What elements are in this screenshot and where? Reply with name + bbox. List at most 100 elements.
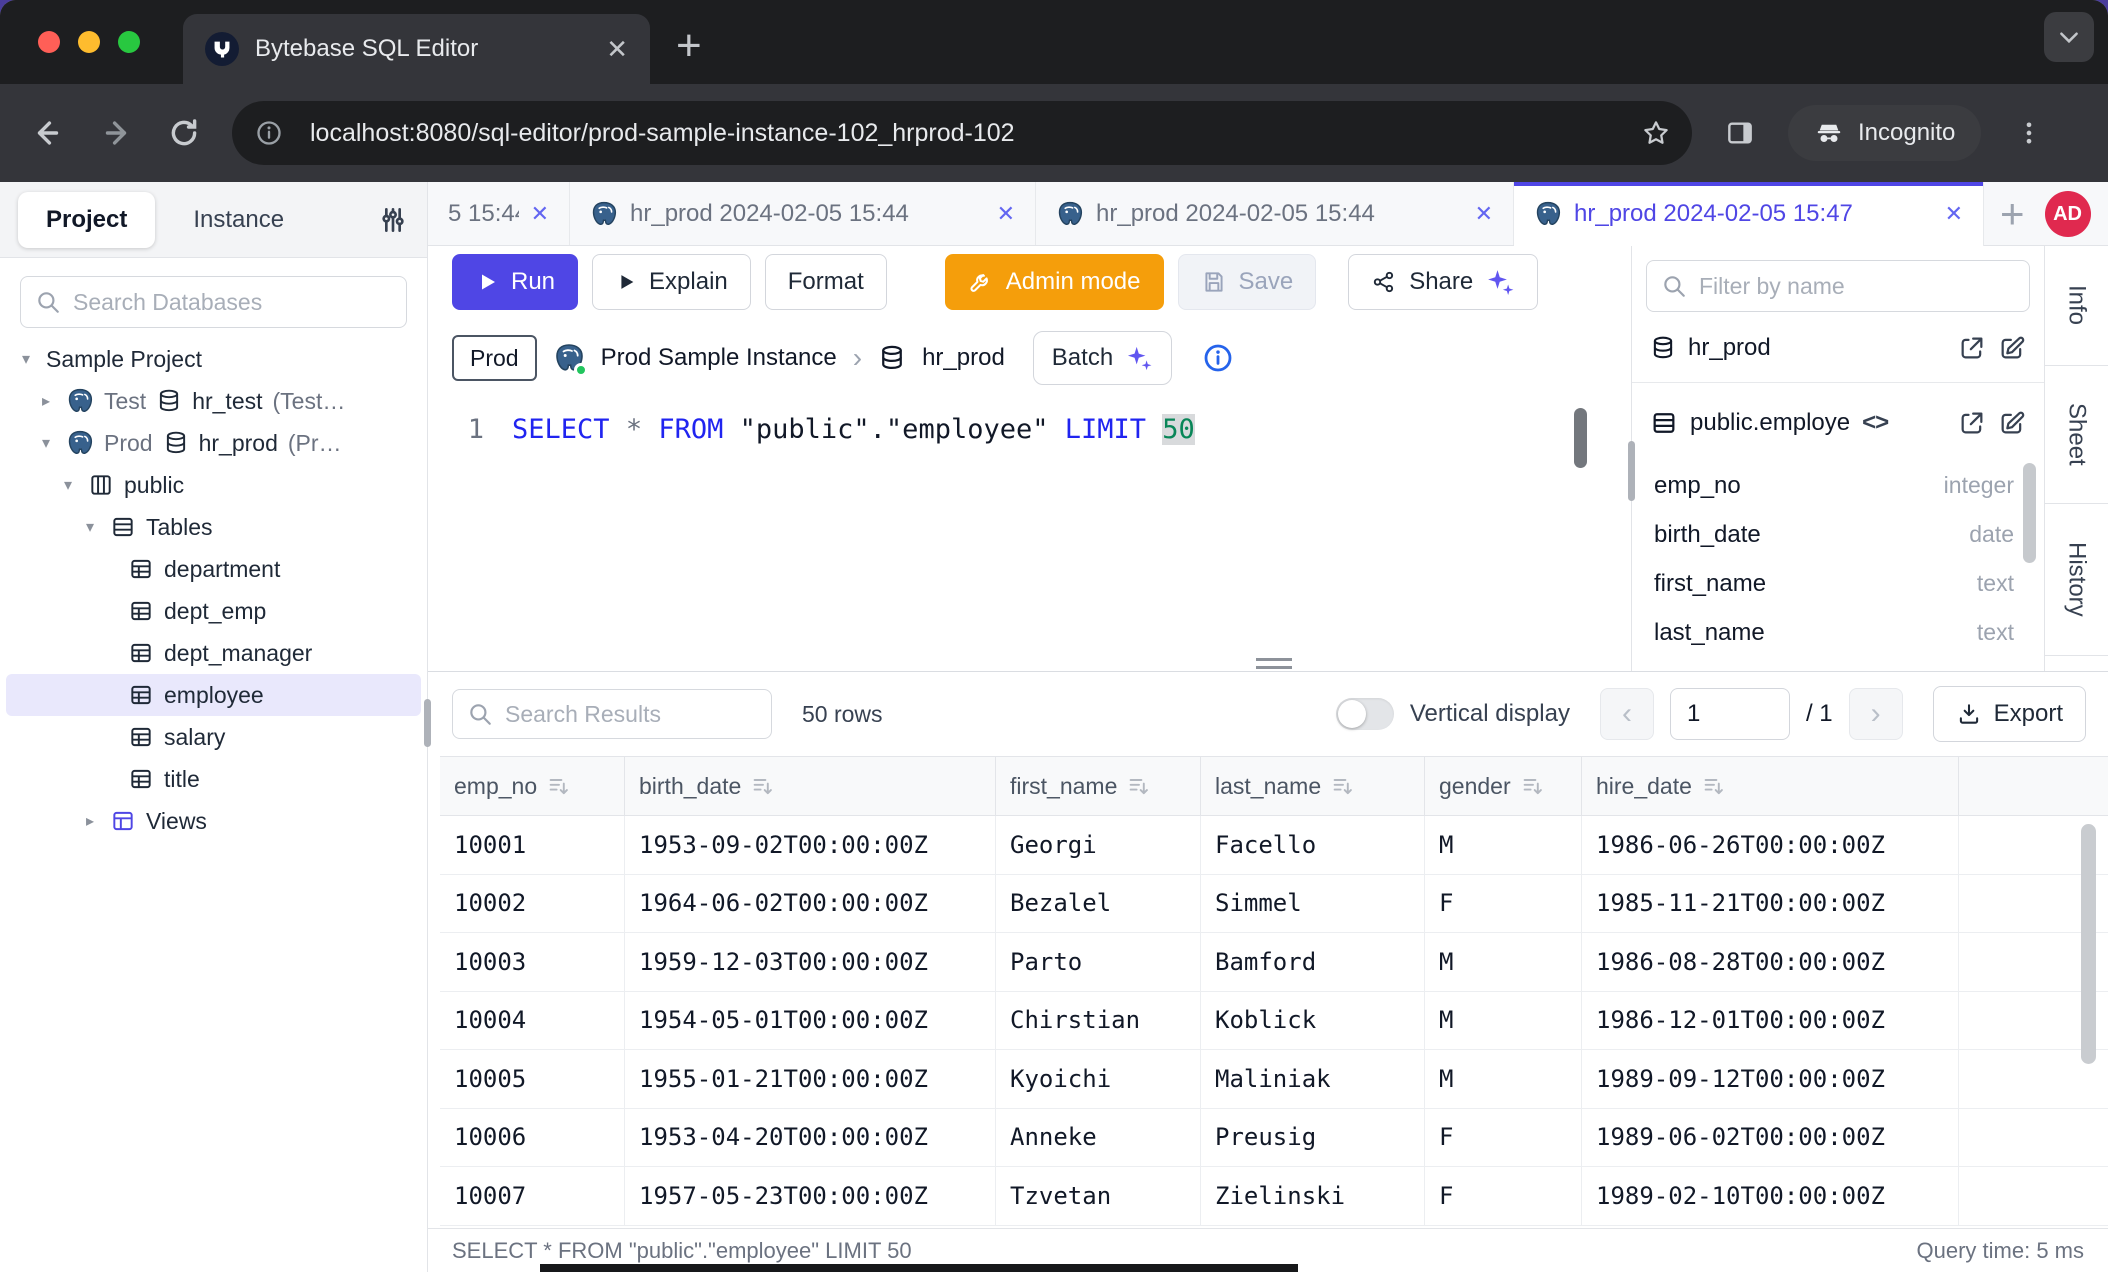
table-cell[interactable]: Bamford xyxy=(1201,933,1425,991)
table-cell[interactable]: 10005 xyxy=(440,1050,625,1108)
rail-tab-info[interactable]: Info xyxy=(2045,246,2108,366)
tab-instance[interactable]: Instance xyxy=(165,192,312,248)
table-cell[interactable]: Parto xyxy=(996,933,1201,991)
sort-icon[interactable] xyxy=(1127,774,1151,798)
tree-table-title[interactable]: title xyxy=(6,758,421,800)
filter-settings-button[interactable] xyxy=(377,204,409,236)
current-database-name[interactable]: hr_prod xyxy=(922,344,1005,372)
edit-button[interactable] xyxy=(1998,334,2026,362)
caret-down-icon[interactable]: ▾ xyxy=(58,475,78,495)
column-row[interactable]: emp_nointeger xyxy=(1654,461,2014,510)
page-number-input[interactable]: 1 xyxy=(1670,688,1790,740)
save-button[interactable]: Save xyxy=(1178,254,1317,310)
edit-button[interactable] xyxy=(1998,409,2026,437)
user-avatar[interactable]: AD xyxy=(2045,191,2091,237)
minimize-window-button[interactable] xyxy=(78,31,100,53)
caret-right-icon[interactable]: ▸ xyxy=(36,391,56,411)
table-cell[interactable]: 1989-02-10T00:00:00Z xyxy=(1582,1167,1959,1225)
table-cell[interactable]: Georgi xyxy=(996,816,1201,874)
table-cell[interactable]: Tzvetan xyxy=(996,1167,1201,1225)
table-cell[interactable]: 10001 xyxy=(440,816,625,874)
filter-by-name-input[interactable]: Filter by name xyxy=(1646,260,2030,312)
tree-tables-group[interactable]: ▾ Tables xyxy=(6,506,421,548)
close-window-button[interactable] xyxy=(38,31,60,53)
table-cell[interactable]: Zielinski xyxy=(1201,1167,1425,1225)
search-databases-input[interactable]: Search Databases xyxy=(20,276,407,328)
editor-scrollbar[interactable] xyxy=(1574,408,1587,468)
vertical-display-toggle[interactable] xyxy=(1336,698,1394,730)
column-header-last_name[interactable]: last_name xyxy=(1201,757,1425,815)
sort-icon[interactable] xyxy=(751,774,775,798)
column-row[interactable]: last_nametext xyxy=(1654,608,2014,653)
table-row[interactable]: 100011953-09-02T00:00:00ZGeorgiFacelloM1… xyxy=(440,816,2108,875)
table-cell[interactable]: Maliniak xyxy=(1201,1050,1425,1108)
table-cell[interactable]: 10006 xyxy=(440,1109,625,1167)
table-cell[interactable]: 1986-06-26T00:00:00Z xyxy=(1582,816,1959,874)
table-cell[interactable]: M xyxy=(1425,1050,1582,1108)
table-row[interactable]: 100021964-06-02T00:00:00ZBezalelSimmelF1… xyxy=(440,875,2108,934)
sort-icon[interactable] xyxy=(547,774,571,798)
worksheet-tab[interactable]: hr_prod 2024-02-05 15:44✕ xyxy=(1036,182,1514,245)
close-tab-icon[interactable]: ✕ xyxy=(1475,201,1493,227)
tree-views-group[interactable]: ▸ Views xyxy=(6,800,421,842)
table-cell[interactable]: 1986-08-28T00:00:00Z xyxy=(1582,933,1959,991)
table-cell[interactable]: 1964-06-02T00:00:00Z xyxy=(625,875,996,933)
url-text[interactable]: localhost:8080/sql-editor/prod-sample-in… xyxy=(310,119,1618,148)
open-external-button[interactable] xyxy=(1958,409,1986,437)
connection-info-button[interactable] xyxy=(1202,342,1234,374)
export-button[interactable]: Export xyxy=(1933,686,2086,742)
column-row[interactable]: birth_datedate xyxy=(1654,510,2014,559)
table-row[interactable]: 100041954-05-01T00:00:00ZChirstianKoblic… xyxy=(440,992,2108,1051)
batch-button[interactable]: Batch xyxy=(1033,331,1172,385)
table-cell[interactable]: 1989-06-02T00:00:00Z xyxy=(1582,1109,1959,1167)
tab-project[interactable]: Project xyxy=(18,192,155,248)
tree-table-department[interactable]: department xyxy=(6,548,421,590)
table-cell[interactable]: 10003 xyxy=(440,933,625,991)
table-cell[interactable]: 1959-12-03T00:00:00Z xyxy=(625,933,996,991)
tree-table-dept_manager[interactable]: dept_manager xyxy=(6,632,421,674)
browser-menu-button[interactable] xyxy=(2009,113,2049,153)
column-header-first_name[interactable]: first_name xyxy=(996,757,1201,815)
table-cell[interactable]: Facello xyxy=(1201,816,1425,874)
table-scrollbar[interactable] xyxy=(2081,824,2096,1064)
caret-down-icon[interactable]: ▾ xyxy=(16,349,36,369)
table-cell[interactable]: Koblick xyxy=(1201,992,1425,1050)
side-panel-button[interactable] xyxy=(1720,113,1760,153)
table-cell[interactable]: M xyxy=(1425,992,1582,1050)
tree-database-hr-prod[interactable]: ▾ Prod hr_prod (Pr… xyxy=(6,422,421,464)
tree-table-dept_emp[interactable]: dept_emp xyxy=(6,590,421,632)
close-tab-icon[interactable]: ✕ xyxy=(531,201,549,227)
sidebar-resize-handle[interactable] xyxy=(424,699,431,747)
column-header-birth_date[interactable]: birth_date xyxy=(625,757,996,815)
caret-down-icon[interactable]: ▾ xyxy=(80,517,100,537)
table-cell[interactable]: Simmel xyxy=(1201,875,1425,933)
sort-icon[interactable] xyxy=(1521,774,1545,798)
column-list-scrollbar[interactable] xyxy=(2023,463,2036,563)
reload-button[interactable] xyxy=(164,113,204,153)
worksheet-tab[interactable]: 5 15:44✕ xyxy=(428,182,570,245)
close-tab-icon[interactable]: ✕ xyxy=(1945,201,1963,227)
table-cell[interactable]: 1955-01-21T00:00:00Z xyxy=(625,1050,996,1108)
table-cell[interactable]: Preusig xyxy=(1201,1109,1425,1167)
table-cell[interactable]: M xyxy=(1425,816,1582,874)
run-button[interactable]: Run xyxy=(452,254,578,310)
table-cell[interactable]: 1957-05-23T00:00:00Z xyxy=(625,1167,996,1225)
table-cell[interactable]: 10007 xyxy=(440,1167,625,1225)
site-info-icon[interactable] xyxy=(246,110,292,156)
table-cell[interactable]: 1989-09-12T00:00:00Z xyxy=(1582,1050,1959,1108)
rail-tab-history[interactable]: History xyxy=(2045,504,2108,656)
table-cell[interactable]: F xyxy=(1425,875,1582,933)
caret-right-icon[interactable]: ▸ xyxy=(80,811,100,831)
column-header-gender[interactable]: gender xyxy=(1425,757,1582,815)
forward-button[interactable] xyxy=(96,113,136,153)
new-worksheet-button[interactable]: + xyxy=(1984,182,2041,245)
split-drag-handle[interactable] xyxy=(1256,658,1292,669)
table-cell[interactable]: Bezalel xyxy=(996,875,1201,933)
format-button[interactable]: Format xyxy=(765,254,887,310)
instance-name[interactable]: Prod Sample Instance xyxy=(601,344,837,372)
admin-mode-button[interactable]: Admin mode xyxy=(945,254,1164,310)
prev-page-button[interactable]: ‹ xyxy=(1600,688,1654,740)
address-bar[interactable]: localhost:8080/sql-editor/prod-sample-in… xyxy=(232,101,1692,165)
sort-icon[interactable] xyxy=(1331,774,1355,798)
column-row[interactable]: first_nametext xyxy=(1654,559,2014,608)
